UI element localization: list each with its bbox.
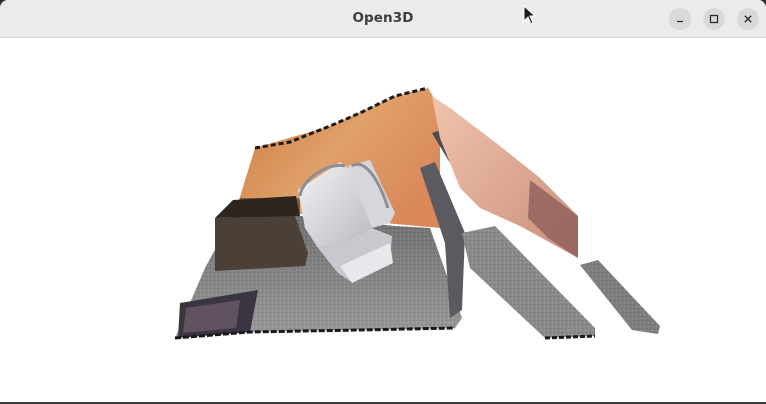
dark-box-top xyxy=(215,196,300,218)
minimize-icon xyxy=(677,20,683,23)
maximize-button[interactable] xyxy=(703,8,725,30)
floor-strip-2-noise xyxy=(580,260,660,334)
close-button[interactable] xyxy=(737,8,759,30)
mouse-pointer-icon xyxy=(523,5,537,25)
dark-box xyxy=(215,216,308,271)
point-cloud-render[interactable] xyxy=(0,38,766,404)
close-icon xyxy=(744,15,752,23)
maximize-icon xyxy=(709,14,719,24)
window-title: Open3D xyxy=(352,10,414,26)
title-bar[interactable]: Open3D xyxy=(0,0,766,38)
strip-edge-artifacts xyxy=(544,334,596,340)
open3d-window: Open3D xyxy=(0,0,766,404)
3d-viewport[interactable] xyxy=(0,38,766,404)
minimize-button[interactable] xyxy=(669,8,691,30)
